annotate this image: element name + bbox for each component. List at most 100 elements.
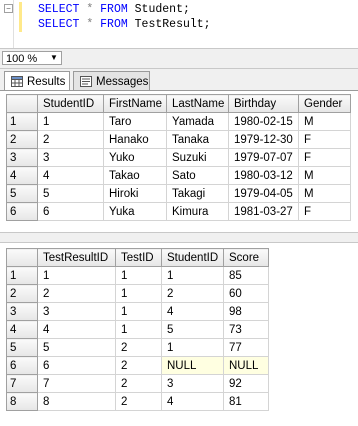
table-cell[interactable]: 3 — [37, 148, 104, 167]
row-number[interactable]: 5 — [6, 338, 38, 357]
table-cell[interactable]: Takao — [103, 166, 167, 185]
table-cell[interactable]: 2 — [37, 284, 116, 303]
table-cell[interactable]: 1 — [115, 320, 162, 339]
column-header[interactable]: StudentID — [37, 94, 104, 113]
table-cell[interactable]: 1 — [115, 302, 162, 321]
table-cell[interactable]: Suzuki — [166, 148, 229, 167]
table-cell[interactable]: 3 — [37, 302, 116, 321]
table-cell[interactable]: Tanaka — [166, 130, 229, 149]
table-row[interactable]: 1 1 Taro Yamada 1980-02-15 M — [6, 112, 351, 131]
table-cell[interactable]: 1979-12-30 — [228, 130, 299, 149]
table-cell[interactable]: 92 — [223, 374, 269, 393]
table-cell[interactable]: 2 — [37, 130, 104, 149]
column-header[interactable]: TestResultID — [37, 248, 116, 267]
table-cell[interactable]: 1979-07-07 — [228, 148, 299, 167]
table-cell[interactable]: 1 — [115, 284, 162, 303]
table-cell[interactable]: 5 — [37, 184, 104, 203]
table-row[interactable]: 1 1 1 1 85 — [6, 266, 269, 285]
table-row[interactable]: 6 6 2 NULL NULL — [6, 356, 269, 375]
table-cell[interactable]: 7 — [37, 374, 116, 393]
query-line[interactable]: SELECT * FROM Student; — [38, 2, 190, 17]
tab-messages[interactable]: Messages — [73, 71, 150, 91]
table-row[interactable]: 8 8 2 4 81 — [6, 392, 269, 411]
row-number[interactable]: 1 — [6, 112, 38, 131]
row-number[interactable]: 4 — [6, 320, 38, 339]
table-cell[interactable]: 81 — [223, 392, 269, 411]
table-cell[interactable]: 4 — [37, 320, 116, 339]
table-cell[interactable]: 2 — [115, 374, 162, 393]
row-number[interactable]: 7 — [6, 374, 38, 393]
table-cell[interactable]: NULL — [223, 356, 269, 375]
table-cell[interactable]: 2 — [161, 284, 224, 303]
table-cell[interactable]: 6 — [37, 356, 116, 375]
row-number[interactable]: 2 — [6, 130, 38, 149]
table-cell[interactable]: M — [298, 166, 351, 185]
row-number[interactable]: 1 — [6, 266, 38, 285]
table-row[interactable]: 2 2 Hanako Tanaka 1979-12-30 F — [6, 130, 351, 149]
grid-corner[interactable] — [6, 94, 38, 113]
row-number[interactable]: 2 — [6, 284, 38, 303]
grid-corner[interactable] — [6, 248, 38, 267]
zoom-dropdown[interactable]: 100 % ▼ — [2, 51, 62, 65]
table-cell[interactable]: 4 — [161, 392, 224, 411]
query-editor[interactable]: − SELECT * FROM Student; SELECT * FROM T… — [0, 0, 358, 49]
table-row[interactable]: 3 3 Yuko Suzuki 1979-07-07 F — [6, 148, 351, 167]
table-cell[interactable]: 4 — [161, 302, 224, 321]
table-cell[interactable]: 1 — [37, 266, 116, 285]
table-cell[interactable]: Yuka — [103, 202, 167, 221]
row-number[interactable]: 8 — [6, 392, 38, 411]
row-number[interactable]: 6 — [6, 202, 38, 221]
table-cell[interactable]: Taro — [103, 112, 167, 131]
table-cell[interactable]: 1 — [115, 266, 162, 285]
column-header[interactable]: TestID — [115, 248, 162, 267]
table-row[interactable]: 6 6 Yuka Kimura 1981-03-27 F — [6, 202, 351, 221]
table-row[interactable]: 5 5 Hiroki Takagi 1979-04-05 M — [6, 184, 351, 203]
table-cell[interactable]: 1 — [37, 112, 104, 131]
column-header[interactable]: FirstName — [103, 94, 167, 113]
table-cell[interactable]: M — [298, 184, 351, 203]
results-splitter[interactable] — [0, 232, 358, 243]
row-number[interactable]: 6 — [6, 356, 38, 375]
table-cell[interactable]: 2 — [115, 356, 162, 375]
table-cell[interactable]: Hiroki — [103, 184, 167, 203]
column-header[interactable]: LastName — [166, 94, 229, 113]
table-cell[interactable]: 4 — [37, 166, 104, 185]
column-header[interactable]: Gender — [298, 94, 351, 113]
tab-results[interactable]: Results — [4, 71, 70, 92]
table-cell[interactable]: 5 — [161, 320, 224, 339]
table-row[interactable]: 7 7 2 3 92 — [6, 374, 269, 393]
row-number[interactable]: 5 — [6, 184, 38, 203]
table-cell[interactable]: 98 — [223, 302, 269, 321]
table-cell[interactable]: 1980-03-12 — [228, 166, 299, 185]
table-cell[interactable]: 60 — [223, 284, 269, 303]
column-header[interactable]: Birthday — [228, 94, 299, 113]
table-row[interactable]: 4 4 1 5 73 — [6, 320, 269, 339]
column-header[interactable]: Score — [223, 248, 269, 267]
table-cell[interactable]: M — [298, 112, 351, 131]
table-row[interactable]: 4 4 Takao Sato 1980-03-12 M — [6, 166, 351, 185]
row-number[interactable]: 3 — [6, 302, 38, 321]
row-number[interactable]: 4 — [6, 166, 38, 185]
chevron-down-icon[interactable]: ▼ — [48, 52, 60, 64]
table-cell[interactable]: NULL — [161, 356, 224, 375]
table-cell[interactable]: Yuko — [103, 148, 167, 167]
row-number[interactable]: 3 — [6, 148, 38, 167]
table-cell[interactable]: F — [298, 202, 351, 221]
table-cell[interactable]: F — [298, 130, 351, 149]
table-cell[interactable]: 8 — [37, 392, 116, 411]
table-cell[interactable]: Kimura — [166, 202, 229, 221]
collapse-icon[interactable]: − — [4, 4, 13, 13]
table-row[interactable]: 2 2 1 2 60 — [6, 284, 269, 303]
column-header[interactable]: StudentID — [161, 248, 224, 267]
table-cell[interactable]: F — [298, 148, 351, 167]
table-cell[interactable]: 2 — [115, 338, 162, 357]
table-cell[interactable]: 77 — [223, 338, 269, 357]
table-cell[interactable]: 1981-03-27 — [228, 202, 299, 221]
table-cell[interactable]: Sato — [166, 166, 229, 185]
table-cell[interactable]: 1 — [161, 266, 224, 285]
table-cell[interactable]: Yamada — [166, 112, 229, 131]
table-cell[interactable]: Takagi — [166, 184, 229, 203]
table-cell[interactable]: 2 — [115, 392, 162, 411]
table-cell[interactable]: 1979-04-05 — [228, 184, 299, 203]
table-cell[interactable]: 3 — [161, 374, 224, 393]
